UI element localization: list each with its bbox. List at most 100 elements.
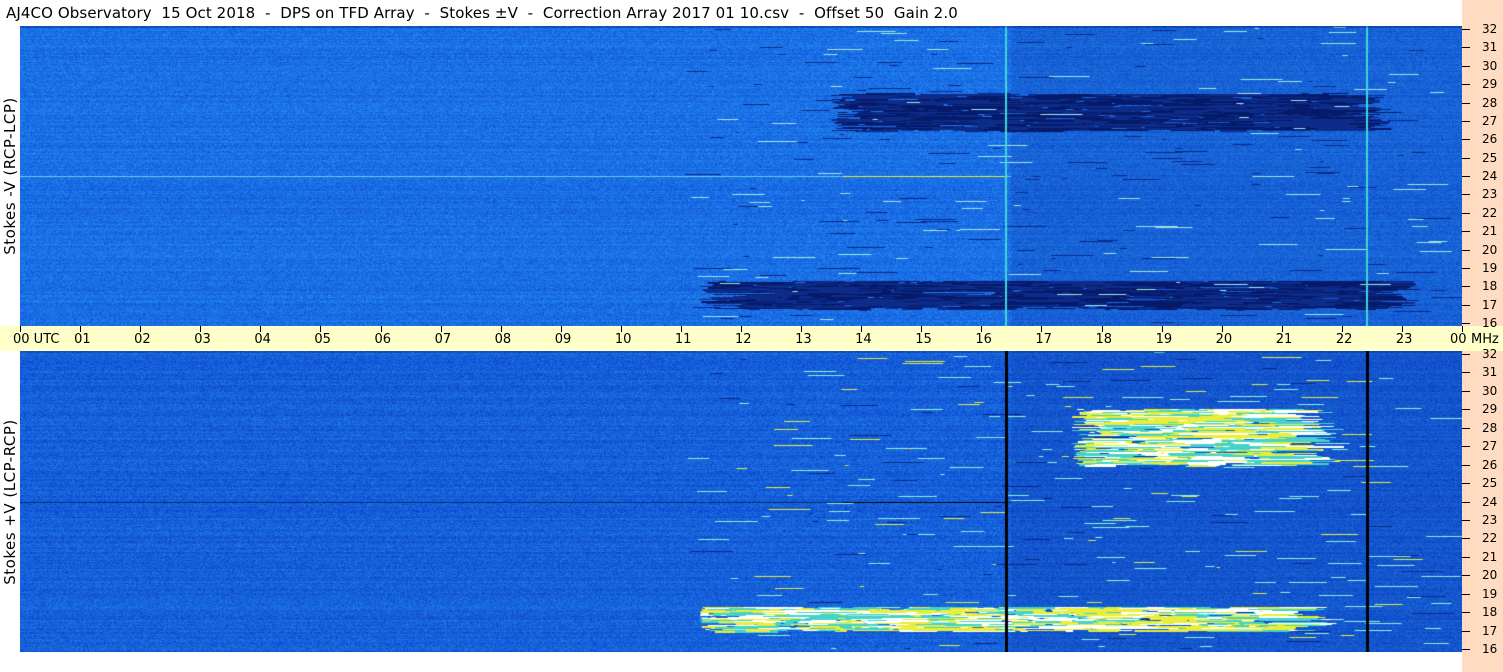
time-tick-label: 20 xyxy=(1215,332,1233,347)
frequency-tick-label: 29 xyxy=(1482,402,1498,417)
time-tick-label: 10 xyxy=(614,332,632,347)
frequency-tick-mark xyxy=(1462,649,1470,650)
frequency-tick-mark xyxy=(1462,630,1470,632)
time-tick-label: 21 xyxy=(1275,332,1293,347)
frequency-tick-label: 18 xyxy=(1482,279,1498,294)
frequency-tick-mark xyxy=(1462,304,1470,306)
frequency-tick-label: 23 xyxy=(1482,512,1498,527)
frequency-unit-label: MHz xyxy=(1471,332,1499,347)
frequency-tick-mark xyxy=(1462,47,1470,49)
frequency-tick-label: 21 xyxy=(1482,224,1498,239)
time-tick-label: 15 xyxy=(915,332,932,347)
time-tick-label: 00 UTC xyxy=(13,332,60,347)
spectrogram-stokes-plus-v xyxy=(20,351,1462,652)
time-tick-label: 19 xyxy=(1155,332,1173,347)
time-tick-label: 13 xyxy=(795,332,812,347)
chart-title: AJ4CO Observatory 15 Oct 2018 - DPS on T… xyxy=(0,0,1462,26)
time-tick-label: 01 xyxy=(74,332,91,347)
frequency-tick-mark xyxy=(1462,286,1470,288)
panel-label-top: Stokes -V (RCP-LCP) xyxy=(0,26,20,326)
frequency-tick-mark xyxy=(1462,501,1470,503)
frequency-tick-label: 28 xyxy=(1482,420,1498,435)
time-tick-label: 09 xyxy=(554,332,572,347)
frequency-tick-label: 21 xyxy=(1482,549,1498,564)
frequency-tick-mark xyxy=(1462,120,1470,122)
frequency-tick-label: 17 xyxy=(1482,297,1498,312)
frequency-tick-label: 19 xyxy=(1482,260,1498,275)
frequency-tick-label: 32 xyxy=(1482,347,1498,361)
frequency-tick-mark xyxy=(1462,267,1470,269)
time-tick-label: 02 xyxy=(134,332,151,347)
frequency-tick-label: 16 xyxy=(1482,316,1498,330)
frequency-tick-mark xyxy=(1462,483,1470,485)
frequency-tick-mark xyxy=(1462,446,1470,448)
frequency-tick-label: 31 xyxy=(1482,365,1498,380)
frequency-tick-mark xyxy=(1462,354,1470,355)
frequency-tick-label: 31 xyxy=(1482,40,1498,55)
frequency-tick-mark xyxy=(1462,102,1470,104)
time-tick-label: 05 xyxy=(314,332,331,347)
time-tick-label: 18 xyxy=(1095,332,1113,347)
frequency-tick-label: 30 xyxy=(1482,383,1498,398)
frequency-tick-label: 23 xyxy=(1482,187,1498,202)
frequency-tick-label: 29 xyxy=(1482,77,1498,92)
time-tick-label: 03 xyxy=(194,332,211,347)
frequency-tick-label: 24 xyxy=(1482,169,1498,183)
frequency-tick-label: 24 xyxy=(1482,494,1498,509)
frequency-tick-label: 25 xyxy=(1482,150,1498,165)
frequency-tick-mark xyxy=(1462,249,1470,251)
frequency-tick-mark xyxy=(1462,212,1470,214)
frequency-tick-mark xyxy=(1462,427,1470,429)
frequency-tick-label: 22 xyxy=(1482,205,1498,220)
frequency-tick-mark xyxy=(1462,390,1470,392)
time-tick-label: 12 xyxy=(735,332,752,347)
time-tick-label: 16 xyxy=(975,332,992,347)
frequency-tick-mark xyxy=(1462,139,1470,141)
time-tick-label: 14 xyxy=(855,332,872,347)
frequency-tick-label: 18 xyxy=(1482,605,1498,620)
frequency-tick-label: 25 xyxy=(1482,476,1498,491)
frequency-tick-mark xyxy=(1462,593,1470,595)
time-tick-label: 06 xyxy=(374,332,392,347)
time-tick-label: 17 xyxy=(1035,332,1052,347)
frequency-tick-mark xyxy=(1462,157,1470,159)
spectrogram-stokes-minus-v xyxy=(20,26,1462,326)
frequency-tick-label: 16 xyxy=(1482,642,1498,656)
panel-label-top-text: Stokes -V (RCP-LCP) xyxy=(1,97,19,255)
frequency-tick-mark xyxy=(1462,538,1470,540)
time-tick-label: 00 xyxy=(1450,332,1467,347)
frequency-tick-label: 19 xyxy=(1482,586,1498,601)
frequency-tick-mark xyxy=(1462,65,1470,67)
frequency-tick-mark xyxy=(1462,176,1470,177)
frequency-tick-label: 30 xyxy=(1482,58,1498,73)
frequency-tick-mark xyxy=(1462,29,1470,30)
frequency-tick-label: 26 xyxy=(1482,457,1498,472)
frequency-tick-mark xyxy=(1462,194,1470,196)
time-tick-label: 22 xyxy=(1335,332,1353,347)
time-tick-label: 07 xyxy=(434,332,452,347)
frequency-tick-mark xyxy=(1462,372,1470,374)
time-axis: 00 UTC 01 02 03 04 05 06 07 08 09 10 11 12 13 14 15 16 17… xyxy=(0,326,1503,351)
frequency-tick-mark xyxy=(1462,409,1470,411)
frequency-tick-mark xyxy=(1462,519,1470,521)
panel-label-bottom: Stokes +V (LCP-RCP) xyxy=(0,351,20,652)
time-tick-label: 08 xyxy=(494,332,512,347)
time-tick-label: 04 xyxy=(254,332,271,347)
frequency-tick-label: 28 xyxy=(1482,95,1498,110)
panel-label-bottom-text: Stokes +V (LCP-RCP) xyxy=(1,418,19,585)
time-tick-label: 23 xyxy=(1395,332,1413,347)
time-tick-label: 11 xyxy=(674,332,692,347)
frequency-tick-mark xyxy=(1462,231,1470,233)
frequency-tick-label: 32 xyxy=(1482,22,1498,36)
frequency-tick-label: 26 xyxy=(1482,132,1498,147)
frequency-tick-mark xyxy=(1462,464,1470,466)
frequency-tick-label: 20 xyxy=(1482,568,1498,583)
frequency-tick-label: 20 xyxy=(1482,242,1498,257)
frequency-tick-label: 22 xyxy=(1482,531,1498,546)
frequency-tick-mark xyxy=(1462,323,1470,324)
frequency-tick-label: 27 xyxy=(1482,113,1498,128)
frequency-tick-mark xyxy=(1462,575,1470,577)
frequency-tick-label: 27 xyxy=(1482,439,1498,454)
frequency-tick-mark xyxy=(1462,556,1470,558)
frequency-tick-label: 17 xyxy=(1482,623,1498,638)
